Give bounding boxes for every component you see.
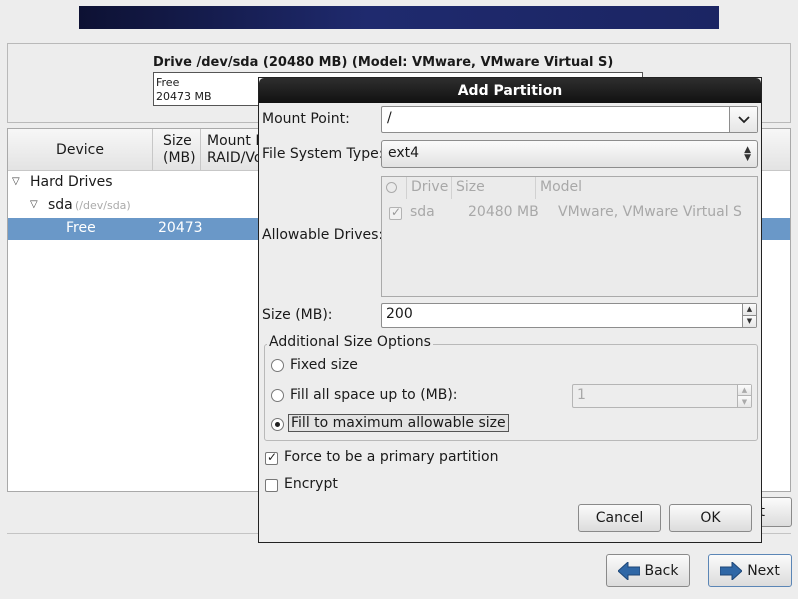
drives-column-model[interactable]: Model bbox=[536, 177, 758, 199]
next-arrow-icon bbox=[720, 561, 743, 580]
add-partition-dialog: Add Partition Mount Point: / File System… bbox=[258, 77, 762, 543]
encrypt-label[interactable]: Encrypt bbox=[284, 476, 338, 492]
cancel-button[interactable]: Cancel bbox=[578, 504, 661, 532]
mount-point-label: Mount Point: bbox=[262, 111, 350, 127]
tree-row-path: (/dev/sda) bbox=[75, 199, 131, 212]
next-button[interactable]: Next bbox=[708, 554, 792, 587]
drive-name: sda bbox=[410, 204, 435, 220]
chevron-down-icon bbox=[737, 115, 750, 123]
fs-type-label: File System Type: bbox=[262, 146, 384, 162]
fill-upto-radio[interactable] bbox=[271, 389, 284, 402]
allowable-drives-list[interactable]: Drive Size Model ✓ sda 20480 MB VMware, … bbox=[381, 176, 758, 297]
fill-max-radio[interactable] bbox=[271, 418, 284, 431]
fixed-size-label[interactable]: Fixed size bbox=[290, 357, 358, 373]
back-button[interactable]: Back bbox=[606, 554, 690, 587]
spin-up-icon[interactable]: ▲ bbox=[737, 385, 751, 396]
drives-column-drive[interactable]: Drive bbox=[407, 177, 452, 199]
drive-bar-free-size: 20473 MB bbox=[156, 90, 212, 103]
check-icon: ✓ bbox=[391, 205, 402, 219]
spin-up-icon[interactable]: ▲ bbox=[742, 304, 756, 316]
allowable-drives-label: Allowable Drives: bbox=[262, 227, 384, 243]
drive-model: VMware, VMware Virtual S bbox=[558, 204, 742, 220]
fill-max-label[interactable]: Fill to maximum allowable size bbox=[288, 414, 509, 432]
force-primary-checkbox[interactable]: ✓ bbox=[265, 450, 278, 465]
check-icon: ✓ bbox=[267, 450, 278, 464]
ok-button[interactable]: OK bbox=[669, 504, 752, 532]
tree-row-label: Hard Drives bbox=[30, 174, 113, 190]
tree-row-label: sda bbox=[48, 197, 73, 213]
fill-upto-spinbutton[interactable]: 1 ▲ ▼ bbox=[572, 384, 752, 408]
size-value[interactable]: 200 bbox=[386, 306, 413, 322]
size-spinbutton[interactable]: 200 ▲ ▼ bbox=[381, 303, 757, 328]
drive-sda-checkbox[interactable]: ✓ bbox=[389, 205, 402, 220]
drive-bar-free-label: Free bbox=[156, 76, 180, 89]
size-label: Size (MB): bbox=[262, 307, 333, 323]
drive-title: Drive /dev/sda (20480 MB) (Model: VMware… bbox=[153, 55, 614, 70]
mount-point-value[interactable]: / bbox=[387, 110, 392, 126]
mount-point-dropdown-button[interactable] bbox=[729, 107, 757, 132]
updown-icon: ▲ ▼ bbox=[744, 145, 751, 163]
fixed-size-radio[interactable] bbox=[271, 359, 284, 372]
force-primary-label[interactable]: Force to be a primary partition bbox=[284, 449, 498, 465]
expander-expanded-icon[interactable]: ▽ bbox=[30, 199, 38, 210]
encrypt-checkbox[interactable] bbox=[265, 479, 278, 492]
fill-upto-value[interactable]: 1 bbox=[577, 387, 586, 403]
mount-point-combo[interactable]: / bbox=[381, 106, 758, 133]
fs-type-select[interactable]: ext4 ▲ ▼ bbox=[381, 140, 758, 168]
column-device[interactable]: Device bbox=[8, 129, 153, 171]
dialog-title: Add Partition bbox=[259, 78, 761, 103]
drives-column-size[interactable]: Size bbox=[452, 177, 536, 199]
tree-row-size: 20473 bbox=[158, 220, 203, 236]
spin-down-icon[interactable]: ▼ bbox=[742, 315, 756, 327]
expander-expanded-icon[interactable]: ▽ bbox=[12, 176, 20, 187]
drive-size: 20480 MB bbox=[468, 204, 539, 220]
fill-upto-label[interactable]: Fill all space up to (MB): bbox=[290, 387, 458, 403]
back-arrow-icon bbox=[617, 561, 640, 580]
column-size[interactable]: Size (MB) bbox=[153, 129, 201, 171]
fs-type-value: ext4 bbox=[388, 145, 420, 161]
tree-row-label: Free bbox=[66, 220, 96, 236]
spin-down-icon[interactable]: ▼ bbox=[737, 396, 751, 407]
additional-size-options-title: Additional Size Options bbox=[267, 334, 433, 350]
installer-banner bbox=[79, 6, 719, 29]
drives-select-column bbox=[382, 177, 407, 199]
